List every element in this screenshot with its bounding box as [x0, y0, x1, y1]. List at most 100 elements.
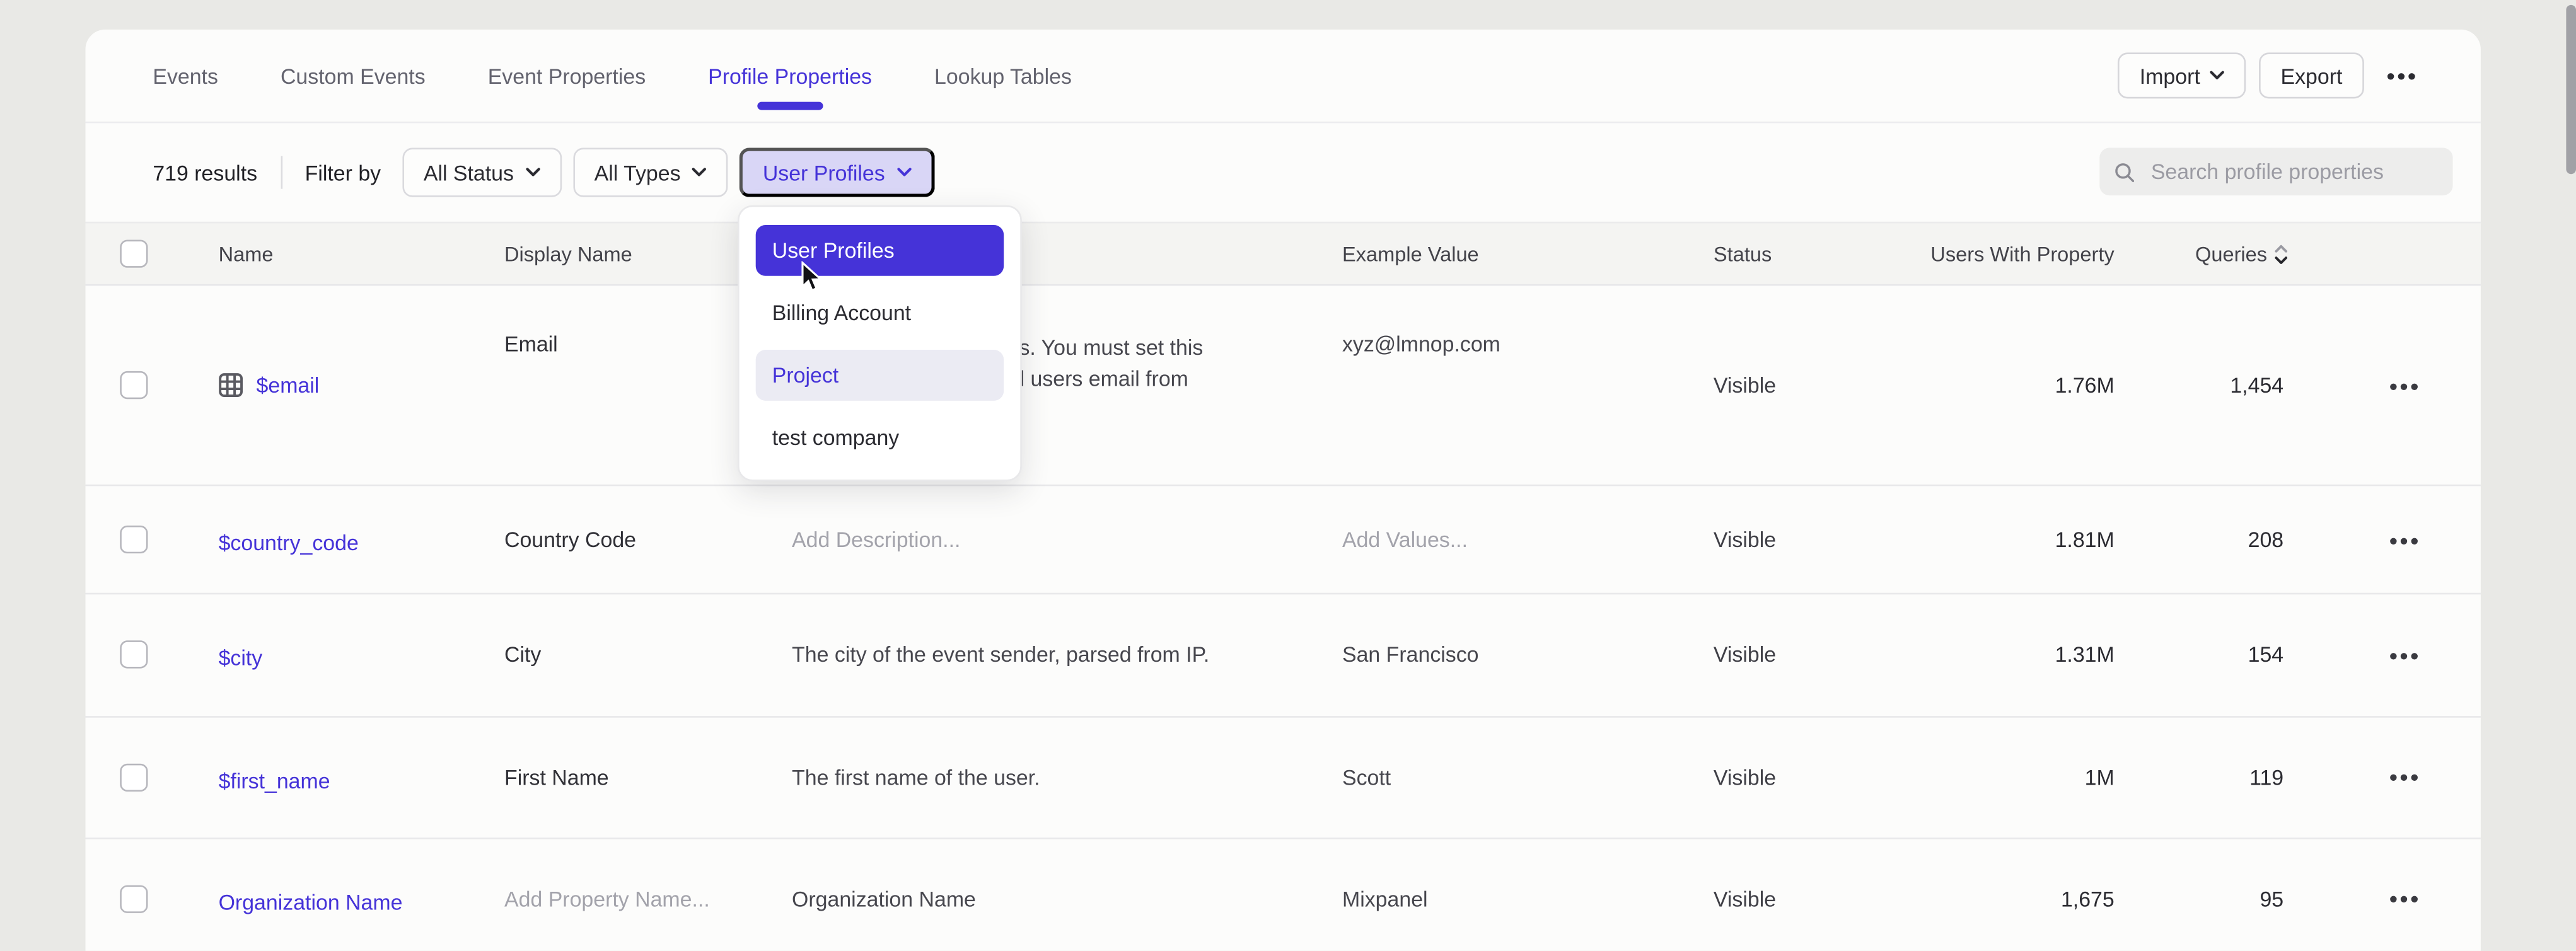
- export-button[interactable]: Export: [2260, 52, 2364, 98]
- tab-lookup-tables[interactable]: Lookup Tables: [934, 30, 1072, 120]
- users-with-property-cell: 1.81M: [1876, 486, 2115, 592]
- example-value-cell[interactable]: San Francisco: [1342, 594, 1687, 715]
- results-count: 719 results: [153, 160, 257, 185]
- property-name-link[interactable]: $city: [219, 594, 490, 715]
- search-input[interactable]: [2148, 158, 2439, 185]
- divider: [281, 156, 282, 189]
- display-name-cell[interactable]: Country Code: [504, 486, 780, 592]
- queries-cell: 154: [2147, 594, 2283, 715]
- import-label: Import: [2140, 63, 2200, 88]
- tab-events[interactable]: Events: [153, 30, 218, 120]
- filter-row: 719 results Filter by All Status All Typ…: [86, 123, 2481, 221]
- property-name-label: Organization Name: [219, 890, 403, 914]
- table-row[interactable]: Organization Name Add Property Name... O…: [86, 839, 2481, 951]
- tabs-row: Events Custom Events Event Properties Pr…: [86, 30, 2481, 124]
- chevron-down-icon: [896, 168, 911, 178]
- queries-label: Queries: [2195, 242, 2267, 265]
- queries-cell: 1,454: [2147, 285, 2283, 484]
- row-actions-button[interactable]: •••: [2382, 717, 2428, 838]
- table-row[interactable]: $email Email The user's email address. Y…: [86, 285, 2481, 486]
- search-box[interactable]: [2099, 148, 2452, 196]
- property-name-label: $email: [257, 373, 320, 398]
- tab-event-properties[interactable]: Event Properties: [488, 30, 646, 120]
- column-header-display-name[interactable]: Display Name: [504, 223, 632, 284]
- users-with-property-cell: 1M: [1876, 717, 2115, 838]
- display-name-cell[interactable]: First Name: [504, 717, 780, 838]
- users-with-property-cell: 1.76M: [1876, 285, 2115, 484]
- dropdown-item-project[interactable]: Project: [756, 350, 1004, 401]
- property-name-label: $city: [219, 646, 263, 671]
- row-actions-button[interactable]: •••: [2382, 594, 2428, 715]
- grid-icon: [219, 373, 243, 398]
- dropdown-item-test-company[interactable]: test company: [756, 412, 1004, 463]
- tab-profile-properties[interactable]: Profile Properties: [708, 30, 872, 120]
- table-row[interactable]: $country_code Country Code Add Descripti…: [86, 486, 2481, 594]
- status-cell: Visible: [1714, 839, 1776, 951]
- display-name-cell[interactable]: City: [504, 594, 780, 715]
- more-menu-button[interactable]: •••: [2377, 62, 2428, 89]
- queries-cell: 95: [2147, 839, 2283, 951]
- table-row[interactable]: $first_name First Name The first name of…: [86, 717, 2481, 839]
- column-header-example-value[interactable]: Example Value: [1342, 223, 1479, 284]
- import-button[interactable]: Import: [2118, 52, 2246, 98]
- property-name-label: $country_code: [219, 531, 359, 555]
- example-value-cell[interactable]: Scott: [1342, 717, 1687, 838]
- column-header-queries[interactable]: Queries: [2115, 223, 2289, 284]
- property-name-link[interactable]: Organization Name: [219, 839, 490, 951]
- example-value-cell[interactable]: xyz@lmnop.com: [1342, 285, 1687, 484]
- status-cell: Visible: [1714, 285, 1776, 484]
- mouse-cursor: [800, 261, 823, 294]
- users-with-property-cell: 1,675: [1876, 839, 2115, 951]
- toolbar: Import Export •••: [2118, 52, 2428, 98]
- row-actions-button[interactable]: •••: [2382, 839, 2428, 951]
- description-cell[interactable]: Add Description...: [792, 486, 1215, 592]
- tab-custom-events[interactable]: Custom Events: [281, 30, 426, 120]
- type-filter-button[interactable]: All Types: [573, 148, 728, 197]
- entity-dropdown-menu: User Profiles Billing Account Project te…: [738, 205, 1022, 481]
- dropdown-item-billing-account[interactable]: Billing Account: [756, 287, 1004, 338]
- status-filter-label: All Status: [424, 160, 514, 185]
- queries-cell: 208: [2147, 486, 2283, 592]
- entity-filter-button[interactable]: User Profiles: [740, 148, 934, 197]
- lexicon-card: Events Custom Events Event Properties Pr…: [86, 30, 2481, 951]
- row-checkbox[interactable]: [120, 763, 148, 791]
- property-name-link[interactable]: $country_code: [219, 486, 490, 592]
- vertical-scrollbar-thumb[interactable]: [2566, 5, 2576, 174]
- description-cell[interactable]: Organization Name: [792, 839, 1215, 951]
- table-row[interactable]: $city City The city of the event sender,…: [86, 594, 2481, 717]
- status-cell: Visible: [1714, 486, 1776, 592]
- status-filter-button[interactable]: All Status: [402, 148, 562, 197]
- select-all-checkbox[interactable]: [120, 239, 148, 267]
- row-actions-button[interactable]: •••: [2382, 486, 2428, 592]
- description-cell[interactable]: The first name of the user.: [792, 717, 1215, 838]
- entity-filter-label: User Profiles: [763, 160, 885, 185]
- chevron-down-icon: [2210, 71, 2224, 81]
- property-name-link[interactable]: $email: [219, 285, 490, 484]
- description-cell[interactable]: The city of the event sender, parsed fro…: [792, 594, 1215, 715]
- example-value-cell[interactable]: Mixpanel: [1342, 839, 1687, 951]
- row-checkbox[interactable]: [120, 885, 148, 913]
- row-checkbox[interactable]: [120, 526, 148, 553]
- tab-bar: Events Custom Events Event Properties Pr…: [153, 30, 1072, 120]
- status-cell: Visible: [1714, 717, 1776, 838]
- chevron-down-icon: [525, 168, 540, 178]
- sort-icon[interactable]: [2274, 242, 2289, 265]
- queries-cell: 119: [2147, 717, 2283, 838]
- type-filter-label: All Types: [595, 160, 681, 185]
- row-checkbox[interactable]: [120, 371, 148, 399]
- table-body: $email Email The user's email address. Y…: [86, 285, 2481, 950]
- property-name-link[interactable]: $first_name: [219, 717, 490, 838]
- display-name-cell[interactable]: Add Property Name...: [504, 839, 780, 951]
- search-icon: [2115, 160, 2135, 183]
- status-cell: Visible: [1714, 594, 1776, 715]
- column-header-users-with-property[interactable]: Users With Property: [1876, 223, 2115, 284]
- users-with-property-cell: 1.31M: [1876, 594, 2115, 715]
- dropdown-item-user-profiles[interactable]: User Profiles: [756, 225, 1004, 276]
- row-checkbox[interactable]: [120, 641, 148, 669]
- chevron-down-icon: [692, 168, 707, 178]
- filter-by-label: Filter by: [305, 160, 381, 185]
- column-header-status[interactable]: Status: [1714, 223, 1772, 284]
- column-header-name[interactable]: Name: [219, 223, 274, 284]
- example-value-cell[interactable]: Add Values...: [1342, 486, 1687, 592]
- row-actions-button[interactable]: •••: [2382, 285, 2428, 484]
